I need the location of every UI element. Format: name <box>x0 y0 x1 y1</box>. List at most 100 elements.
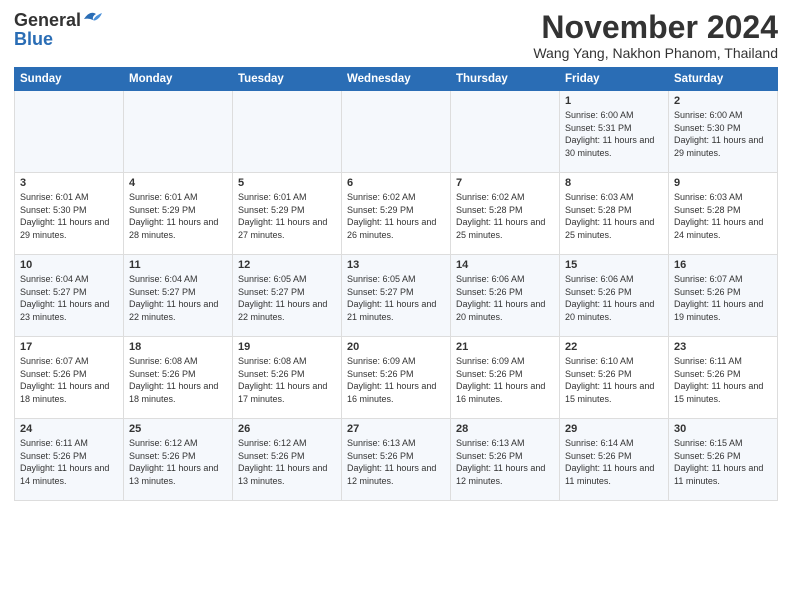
day-info: Sunrise: 6:12 AMSunset: 5:26 PMDaylight:… <box>238 437 336 487</box>
day-number: 22 <box>565 341 663 353</box>
day-number: 7 <box>456 177 554 189</box>
day-info: Sunrise: 6:00 AMSunset: 5:30 PMDaylight:… <box>674 109 772 159</box>
day-info: Sunrise: 6:11 AMSunset: 5:26 PMDaylight:… <box>20 437 118 487</box>
day-info: Sunrise: 6:13 AMSunset: 5:26 PMDaylight:… <box>456 437 554 487</box>
day-number: 9 <box>674 177 772 189</box>
day-number: 25 <box>129 423 227 435</box>
calendar-cell-2-2: 12 Sunrise: 6:05 AMSunset: 5:27 PMDayligh… <box>233 255 342 337</box>
calendar-cell-3-3: 20 Sunrise: 6:09 AMSunset: 5:26 PMDayligh… <box>342 337 451 419</box>
day-number: 19 <box>238 341 336 353</box>
calendar-cell-0-0 <box>15 91 124 173</box>
calendar-cell-4-0: 24 Sunrise: 6:11 AMSunset: 5:26 PMDayligh… <box>15 419 124 501</box>
day-info: Sunrise: 6:01 AMSunset: 5:30 PMDaylight:… <box>20 191 118 241</box>
calendar-cell-3-6: 23 Sunrise: 6:11 AMSunset: 5:26 PMDayligh… <box>669 337 778 419</box>
calendar-cell-1-0: 3 Sunrise: 6:01 AMSunset: 5:30 PMDaylight… <box>15 173 124 255</box>
day-number: 11 <box>129 259 227 271</box>
day-info: Sunrise: 6:09 AMSunset: 5:26 PMDaylight:… <box>347 355 445 405</box>
day-number: 2 <box>674 95 772 107</box>
day-info: Sunrise: 6:04 AMSunset: 5:27 PMDaylight:… <box>20 273 118 323</box>
calendar-cell-2-1: 11Sunrise: 6:04 AMSunset: 5:27 PMDayligh… <box>124 255 233 337</box>
day-number: 6 <box>347 177 445 189</box>
col-sunday: Sunday <box>15 68 124 91</box>
logo: General Blue <box>14 10 104 50</box>
col-friday: Friday <box>560 68 669 91</box>
day-info: Sunrise: 6:07 AMSunset: 5:26 PMDaylight:… <box>20 355 118 405</box>
logo-bird-icon <box>82 10 104 28</box>
day-number: 15 <box>565 259 663 271</box>
col-saturday: Saturday <box>669 68 778 91</box>
header: General Blue November 2024 Wang Yang, Na… <box>14 10 778 61</box>
day-info: Sunrise: 6:05 AMSunset: 5:27 PMDaylight:… <box>238 273 336 323</box>
logo-blue-text: Blue <box>14 29 53 50</box>
day-number: 8 <box>565 177 663 189</box>
calendar-cell-1-3: 6Sunrise: 6:02 AMSunset: 5:29 PMDaylight… <box>342 173 451 255</box>
logo-general-text: General <box>14 10 81 31</box>
week-row-5: 24 Sunrise: 6:11 AMSunset: 5:26 PMDayligh… <box>15 419 778 501</box>
day-info: Sunrise: 6:06 AMSunset: 5:26 PMDaylight:… <box>565 273 663 323</box>
day-number: 20 <box>347 341 445 353</box>
day-info: Sunrise: 6:13 AMSunset: 5:26 PMDaylight:… <box>347 437 445 487</box>
day-number: 18 <box>129 341 227 353</box>
calendar-header-row: Sunday Monday Tuesday Wednesday Thursday… <box>15 68 778 91</box>
day-number: 14 <box>456 259 554 271</box>
day-info: Sunrise: 6:11 AMSunset: 5:26 PMDaylight:… <box>674 355 772 405</box>
day-info: Sunrise: 6:08 AMSunset: 5:26 PMDaylight:… <box>129 355 227 405</box>
calendar-cell-4-4: 28 Sunrise: 6:13 AMSunset: 5:26 PMDayligh… <box>451 419 560 501</box>
day-number: 21 <box>456 341 554 353</box>
calendar-cell-1-4: 7 Sunrise: 6:02 AMSunset: 5:28 PMDaylight… <box>451 173 560 255</box>
location: Wang Yang, Nakhon Phanom, Thailand <box>533 45 778 61</box>
day-number: 5 <box>238 177 336 189</box>
calendar-cell-4-6: 30 Sunrise: 6:15 AMSunset: 5:26 PMDayligh… <box>669 419 778 501</box>
calendar-cell-2-5: 15 Sunrise: 6:06 AMSunset: 5:26 PMDayligh… <box>560 255 669 337</box>
main-container: General Blue November 2024 Wang Yang, Na… <box>0 0 792 507</box>
col-wednesday: Wednesday <box>342 68 451 91</box>
day-number: 17 <box>20 341 118 353</box>
calendar-cell-0-4 <box>451 91 560 173</box>
week-row-3: 10 Sunrise: 6:04 AMSunset: 5:27 PMDayligh… <box>15 255 778 337</box>
calendar-cell-3-1: 18 Sunrise: 6:08 AMSunset: 5:26 PMDayligh… <box>124 337 233 419</box>
week-row-2: 3 Sunrise: 6:01 AMSunset: 5:30 PMDaylight… <box>15 173 778 255</box>
calendar-cell-3-0: 17 Sunrise: 6:07 AMSunset: 5:26 PMDayligh… <box>15 337 124 419</box>
calendar-cell-3-4: 21 Sunrise: 6:09 AMSunset: 5:26 PMDayligh… <box>451 337 560 419</box>
calendar-cell-4-2: 26 Sunrise: 6:12 AMSunset: 5:26 PMDayligh… <box>233 419 342 501</box>
calendar-table: Sunday Monday Tuesday Wednesday Thursday… <box>14 67 778 501</box>
day-number: 29 <box>565 423 663 435</box>
day-info: Sunrise: 6:01 AMSunset: 5:29 PMDaylight:… <box>238 191 336 241</box>
calendar-cell-2-3: 13 Sunrise: 6:05 AMSunset: 5:27 PMDayligh… <box>342 255 451 337</box>
day-number: 30 <box>674 423 772 435</box>
calendar-cell-4-1: 25 Sunrise: 6:12 AMSunset: 5:26 PMDayligh… <box>124 419 233 501</box>
calendar-cell-1-6: 9Sunrise: 6:03 AMSunset: 5:28 PMDaylight… <box>669 173 778 255</box>
col-monday: Monday <box>124 68 233 91</box>
month-title: November 2024 <box>533 10 778 45</box>
day-number: 1 <box>565 95 663 107</box>
calendar-cell-0-1 <box>124 91 233 173</box>
day-info: Sunrise: 6:10 AMSunset: 5:26 PMDaylight:… <box>565 355 663 405</box>
day-number: 13 <box>347 259 445 271</box>
day-number: 10 <box>20 259 118 271</box>
week-row-4: 17 Sunrise: 6:07 AMSunset: 5:26 PMDayligh… <box>15 337 778 419</box>
calendar-cell-1-5: 8Sunrise: 6:03 AMSunset: 5:28 PMDaylight… <box>560 173 669 255</box>
day-number: 12 <box>238 259 336 271</box>
calendar-cell-3-5: 22 Sunrise: 6:10 AMSunset: 5:26 PMDayligh… <box>560 337 669 419</box>
day-info: Sunrise: 6:08 AMSunset: 5:26 PMDaylight:… <box>238 355 336 405</box>
calendar-cell-0-5: 1 Sunrise: 6:00 AMSunset: 5:31 PMDaylight… <box>560 91 669 173</box>
day-number: 27 <box>347 423 445 435</box>
day-number: 28 <box>456 423 554 435</box>
calendar-cell-1-2: 5 Sunrise: 6:01 AMSunset: 5:29 PMDaylight… <box>233 173 342 255</box>
day-info: Sunrise: 6:00 AMSunset: 5:31 PMDaylight:… <box>565 109 663 159</box>
day-number: 24 <box>20 423 118 435</box>
day-number: 3 <box>20 177 118 189</box>
day-info: Sunrise: 6:05 AMSunset: 5:27 PMDaylight:… <box>347 273 445 323</box>
day-number: 26 <box>238 423 336 435</box>
day-info: Sunrise: 6:09 AMSunset: 5:26 PMDaylight:… <box>456 355 554 405</box>
day-number: 16 <box>674 259 772 271</box>
day-info: Sunrise: 6:02 AMSunset: 5:28 PMDaylight:… <box>456 191 554 241</box>
day-info: Sunrise: 6:01 AMSunset: 5:29 PMDaylight:… <box>129 191 227 241</box>
day-number: 23 <box>674 341 772 353</box>
day-info: Sunrise: 6:12 AMSunset: 5:26 PMDaylight:… <box>129 437 227 487</box>
day-info: Sunrise: 6:15 AMSunset: 5:26 PMDaylight:… <box>674 437 772 487</box>
calendar-cell-3-2: 19 Sunrise: 6:08 AMSunset: 5:26 PMDayligh… <box>233 337 342 419</box>
calendar-cell-4-5: 29Sunrise: 6:14 AMSunset: 5:26 PMDayligh… <box>560 419 669 501</box>
day-info: Sunrise: 6:06 AMSunset: 5:26 PMDaylight:… <box>456 273 554 323</box>
calendar-cell-0-2 <box>233 91 342 173</box>
